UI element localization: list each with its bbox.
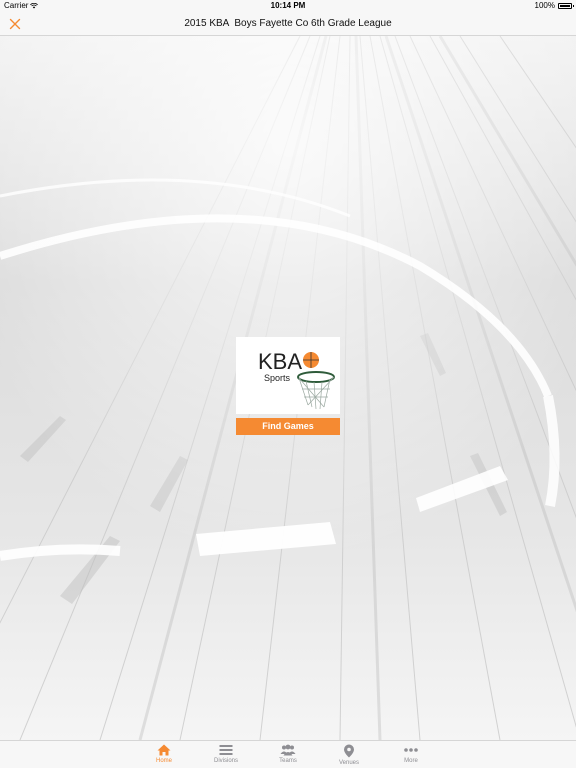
battery-percent: 100% (534, 1, 555, 10)
tab-venues[interactable]: Venues (324, 742, 374, 768)
logo-word: Sports (264, 373, 291, 383)
list-icon (219, 745, 233, 755)
tab-bar: Home Divisions Teams Venues More (0, 740, 576, 768)
logo-letters: KBA (258, 349, 302, 374)
tab-more[interactable]: More (386, 742, 436, 768)
page-title: 2015 KBA Boys Fayette Co 6th Grade Leagu… (184, 18, 392, 29)
kba-sports-logo: KBA Sports (236, 337, 340, 414)
tab-home-label: Home (155, 758, 172, 764)
tab-teams-label: Teams (279, 758, 297, 764)
team-icon (280, 744, 296, 756)
tab-more-label: More (404, 758, 418, 764)
location-pin-icon (344, 744, 354, 758)
find-games-button[interactable]: Find Games (236, 418, 340, 435)
tab-teams[interactable]: Teams (263, 742, 313, 768)
tab-divisions[interactable]: Divisions (201, 742, 251, 768)
more-icon (404, 748, 418, 752)
app-screen: Carrier 10:14 PM 100% 2015 KBA Boys Faye… (0, 0, 576, 768)
tab-home[interactable]: Home (139, 742, 189, 768)
home-icon (157, 744, 171, 756)
close-button[interactable] (6, 15, 24, 33)
battery-icon (558, 2, 574, 9)
status-bar: Carrier 10:14 PM 100% (0, 0, 576, 12)
status-time: 10:14 PM (270, 1, 306, 10)
close-icon (9, 18, 21, 30)
battery-indicator: 100% (534, 1, 574, 10)
tab-venues-label: Venues (338, 760, 360, 766)
tab-divisions-label: Divisions (213, 758, 238, 764)
navigation-bar: 2015 KBA Boys Fayette Co 6th Grade Leagu… (0, 12, 576, 36)
